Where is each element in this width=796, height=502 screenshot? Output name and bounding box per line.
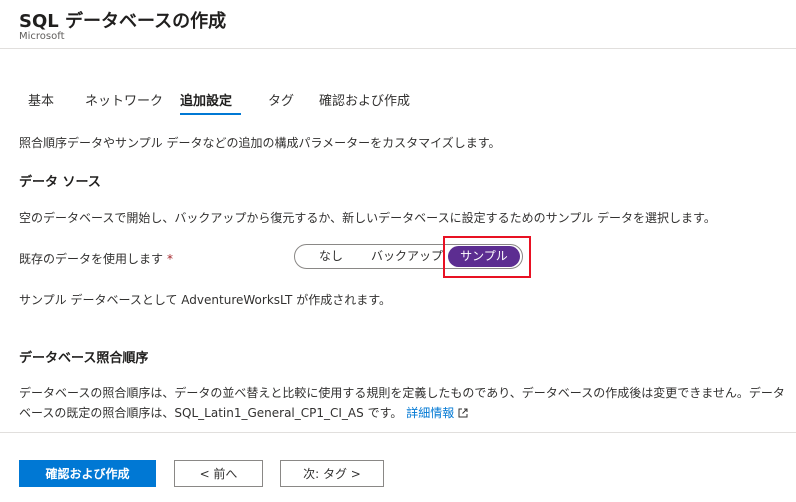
intro-text: 照合順序データやサンプル データなどの追加の構成パラメーターをカスタマイズします… bbox=[19, 136, 501, 150]
collation-description-line1: データベースの照合順序は、データの並べ替えと比較に使用する規則を定義したものであ… bbox=[19, 386, 785, 400]
external-link-icon bbox=[458, 408, 468, 418]
previous-button[interactable]: < 前へ bbox=[174, 460, 263, 487]
option-backup[interactable]: バックアップ bbox=[371, 245, 443, 268]
option-none[interactable]: なし bbox=[309, 245, 353, 268]
use-existing-data-label: 既存のデータを使用します * bbox=[19, 250, 173, 267]
collation-description-line2: ベースの既定の照合順序は、SQL_Latin1_General_CP1_CI_A… bbox=[19, 404, 468, 421]
tab-review-create[interactable]: 確認および作成 bbox=[319, 90, 410, 109]
collation-heading: データベース照合順序 bbox=[19, 351, 149, 366]
data-source-heading: データ ソース bbox=[19, 175, 101, 190]
next-tags-button[interactable]: 次: タグ > bbox=[280, 460, 384, 487]
active-tab-indicator bbox=[180, 113, 241, 115]
collation-default-text: ベースの既定の照合順序は、SQL_Latin1_General_CP1_CI_A… bbox=[19, 406, 403, 420]
sample-note: サンプル データベースとして AdventureWorksLT が作成されます。 bbox=[19, 293, 391, 307]
data-source-description: 空のデータベースで開始し、バックアップから復元するか、新しいデータベースに設定す… bbox=[19, 211, 716, 225]
publisher-label: Microsoft bbox=[19, 31, 65, 42]
learn-more-label: 詳細情報 bbox=[406, 406, 455, 420]
page-title: SQL データベースの作成 bbox=[19, 11, 227, 32]
required-asterisk: * bbox=[167, 252, 174, 266]
footer-divider bbox=[0, 432, 796, 433]
learn-more-link[interactable]: 詳細情報 bbox=[406, 406, 468, 420]
tab-basics[interactable]: 基本 bbox=[28, 90, 54, 109]
review-create-button[interactable]: 確認および作成 bbox=[19, 460, 156, 487]
header-divider bbox=[0, 48, 796, 49]
tab-additional-settings[interactable]: 追加設定 bbox=[180, 90, 232, 109]
highlight-annotation bbox=[443, 236, 531, 278]
field-label-text: 既存のデータを使用します bbox=[19, 252, 164, 266]
tab-tags[interactable]: タグ bbox=[268, 90, 294, 109]
tab-networking[interactable]: ネットワーク bbox=[85, 90, 163, 109]
